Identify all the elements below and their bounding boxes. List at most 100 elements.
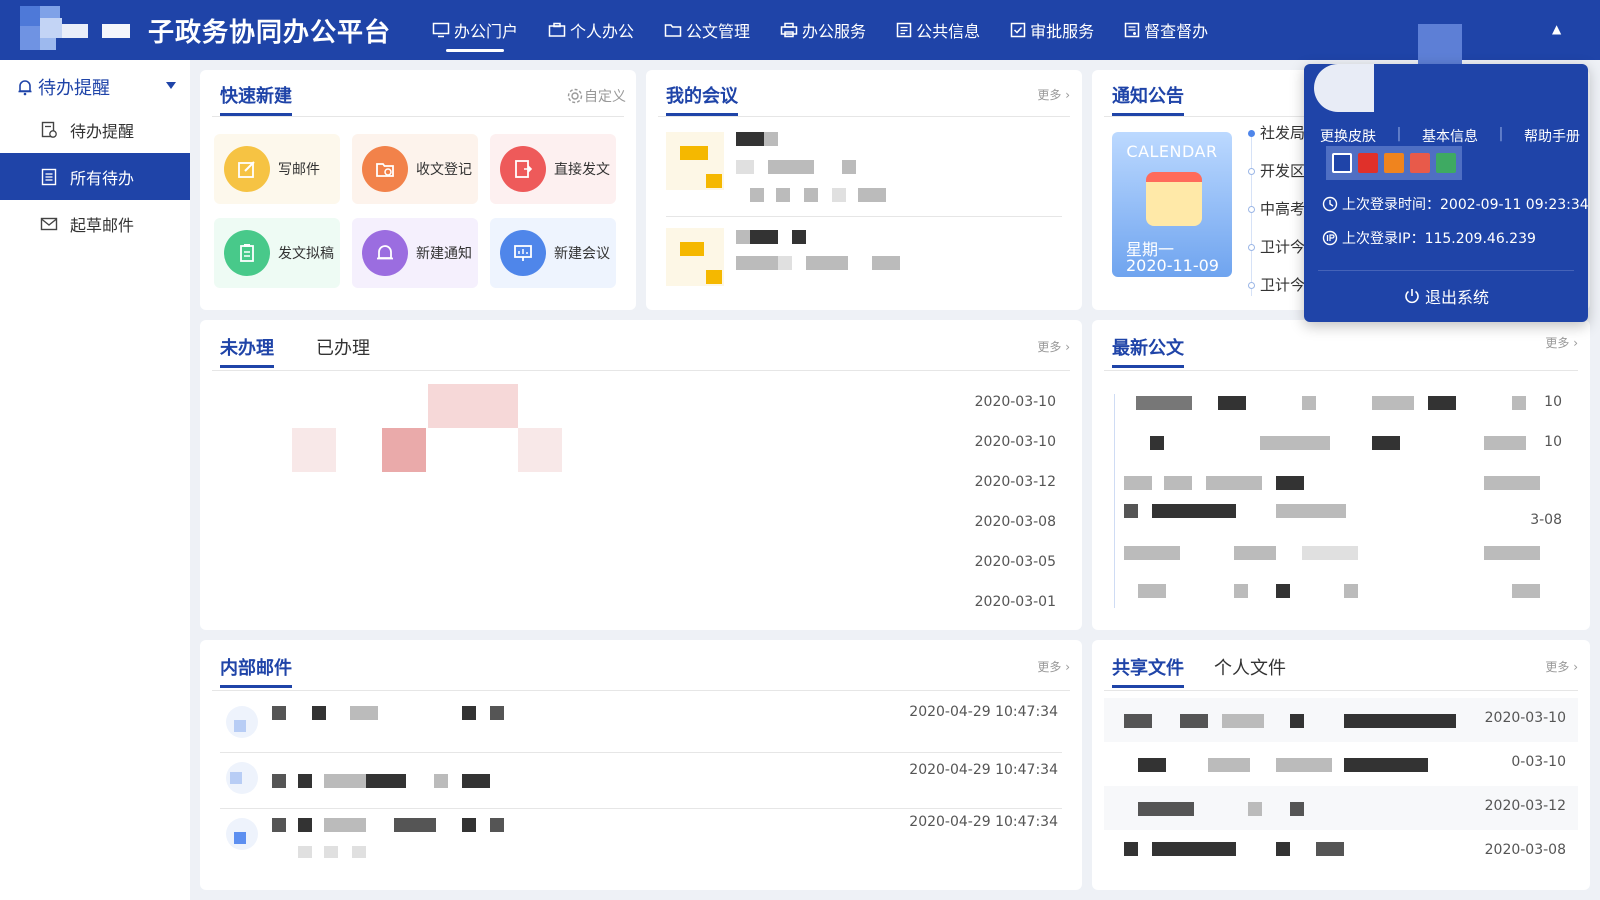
collapse-caret-icon <box>166 82 176 89</box>
meeting-thumbnail <box>666 228 724 286</box>
sidebar-item-label: 待办提醒 <box>70 121 135 141</box>
nav-label: 办公服务 <box>802 22 867 41</box>
mail-more-link[interactable]: 更多 › <box>1037 658 1070 675</box>
mail-time: 2020-04-29 10:47:34 <box>909 814 1058 830</box>
mail-avatar <box>226 818 258 850</box>
skin-picker <box>1326 146 1462 180</box>
file-date: 0-03-10 <box>1511 754 1566 770</box>
dispatch-icon <box>500 146 546 192</box>
files-more-link[interactable]: 更多 › <box>1545 658 1578 675</box>
notice-item[interactable]: 卫计今 <box>1260 274 1305 295</box>
sidebar-item-draft-mail[interactable]: 起草邮件 <box>0 200 190 247</box>
file-date: 2020-03-10 <box>1484 710 1566 726</box>
quick-receive-register[interactable]: 收文登记 <box>352 134 478 204</box>
nav-office-service[interactable]: 办公服务 <box>780 0 866 60</box>
nav-office-portal[interactable]: 办公门户 <box>432 0 518 60</box>
doc-date: 3-08 <box>1530 512 1562 528</box>
approval-icon <box>1010 22 1026 38</box>
notice-item[interactable]: 开发区 <box>1260 160 1305 181</box>
calendar-date: 2020-11-09 <box>1126 256 1219 275</box>
notice-item[interactable]: 中高考 <box>1260 198 1305 219</box>
printer-icon <box>780 22 798 38</box>
sidebar-header[interactable]: 待办提醒 <box>16 74 176 100</box>
quick-new-meeting[interactable]: 新建会议 <box>490 218 616 288</box>
tab-personal-files[interactable]: 个人文件 <box>1214 654 1286 680</box>
power-icon <box>1405 289 1419 304</box>
change-skin-link[interactable]: 更换皮肤 <box>1320 126 1376 146</box>
main-nav: 办公门户 个人办公 公文管理 办公服务 公共信息 审批服务 督查督办 <box>432 0 1238 60</box>
quick-label: 新建会议 <box>554 246 610 262</box>
mail-time: 2020-04-29 10:47:34 <box>909 704 1058 720</box>
nav-public-info[interactable]: 公共信息 <box>896 0 980 60</box>
file-row[interactable]: 0-03-10 <box>1104 742 1578 786</box>
skin-swatch-green[interactable] <box>1436 153 1456 173</box>
skin-swatch-coral[interactable] <box>1410 153 1430 173</box>
mail-avatar <box>226 762 258 794</box>
todo-date: 2020-03-08 <box>974 514 1056 530</box>
sidebar-item-label: 起草邮件 <box>70 215 135 235</box>
briefcase-icon <box>548 22 566 37</box>
file-date: 2020-03-08 <box>1484 842 1566 858</box>
internal-mail-card: 内部邮件 更多 › 2020-04-29 10:47:34 2020-04-29… <box>200 640 1082 890</box>
calendar-widget[interactable]: CALENDAR 星期一 2020-11-09 <box>1112 132 1232 277</box>
draft-doc-icon <box>224 230 270 276</box>
latest-docs-more-link[interactable]: 更多 › <box>1545 334 1578 351</box>
my-meetings-card: 我的会议 更多 › <box>646 70 1082 310</box>
meeting-thumbnail <box>666 132 724 190</box>
quick-label: 直接发文 <box>554 162 610 178</box>
meeting-board-icon <box>500 230 546 276</box>
nav-label: 个人办公 <box>570 22 635 41</box>
notice-item[interactable]: 卫计今 <box>1260 236 1305 257</box>
user-menu-caret-icon[interactable]: ▲ <box>1552 22 1561 36</box>
todo-date: 2020-03-10 <box>974 434 1056 450</box>
nav-personal-office[interactable]: 个人办公 <box>548 0 634 60</box>
skin-swatch-blue[interactable] <box>1332 153 1352 173</box>
reminder-icon <box>41 121 57 138</box>
meetings-more-link[interactable]: 更多 › <box>1037 86 1070 103</box>
user-popover: 更换皮肤 | 基本信息 | 帮助手册 上次登录时间：2002-09-11 09:… <box>1304 64 1589 322</box>
nav-label: 审批服务 <box>1030 22 1095 41</box>
write-mail-icon <box>224 146 270 192</box>
clock-icon <box>1322 196 1338 212</box>
customize-button[interactable]: 自定义 <box>566 86 626 106</box>
sidebar: 待办提醒 待办提醒 所有待办 起草邮件 <box>0 60 190 900</box>
app-logo <box>20 6 140 52</box>
todo-date: 2020-03-01 <box>974 594 1056 610</box>
doc-date: 10 <box>1544 434 1562 450</box>
calendar-label: CALENDAR <box>1126 142 1218 161</box>
nav-supervision[interactable]: 督查督办 <box>1124 0 1208 60</box>
latest-docs-title: 最新公文 <box>1112 334 1184 368</box>
calendar-icon <box>1146 172 1202 226</box>
logout-button[interactable]: 退出系统 <box>1304 284 1588 308</box>
nav-approval-service[interactable]: 审批服务 <box>1010 0 1094 60</box>
file-date: 2020-03-12 <box>1484 798 1566 814</box>
file-row[interactable]: 2020-03-12 <box>1104 786 1578 830</box>
sidebar-item-all-todos[interactable]: 所有待办 <box>0 153 190 200</box>
quick-write-mail[interactable]: 写邮件 <box>214 134 340 204</box>
tab-shared-files[interactable]: 共享文件 <box>1112 654 1184 688</box>
todo-more-link[interactable]: 更多 › <box>1037 338 1070 355</box>
bell-icon <box>18 80 32 96</box>
user-avatar[interactable] <box>1418 24 1462 68</box>
nav-label: 公共信息 <box>916 22 981 41</box>
help-manual-link[interactable]: 帮助手册 <box>1524 126 1580 146</box>
quick-new-notice[interactable]: 新建通知 <box>352 218 478 288</box>
tab-pending[interactable]: 未办理 <box>220 334 274 368</box>
sidebar-item-reminders[interactable]: 待办提醒 <box>0 106 190 153</box>
quick-draft-doc[interactable]: 发文拟稿 <box>214 218 340 288</box>
skin-swatch-orange[interactable] <box>1384 153 1404 173</box>
ip-icon <box>1322 230 1338 246</box>
quick-direct-dispatch[interactable]: 直接发文 <box>490 134 616 204</box>
quick-create-title: 快速新建 <box>220 82 292 116</box>
file-row[interactable]: 2020-03-10 <box>1104 698 1578 742</box>
notices-title: 通知公告 <box>1112 82 1184 116</box>
file-row[interactable]: 2020-03-08 <box>1104 830 1578 874</box>
notice-bell-icon <box>362 230 408 276</box>
todo-card: 未办理 已办理 更多 › 2020-03-10 2020-03-10 2020-… <box>200 320 1082 630</box>
basic-info-link[interactable]: 基本信息 <box>1422 126 1478 146</box>
nav-document-management[interactable]: 公文管理 <box>664 0 750 60</box>
todo-date: 2020-03-10 <box>974 394 1056 410</box>
tab-done[interactable]: 已办理 <box>316 334 370 360</box>
notice-item[interactable]: 社发局 <box>1260 122 1305 143</box>
skin-swatch-red[interactable] <box>1358 153 1378 173</box>
